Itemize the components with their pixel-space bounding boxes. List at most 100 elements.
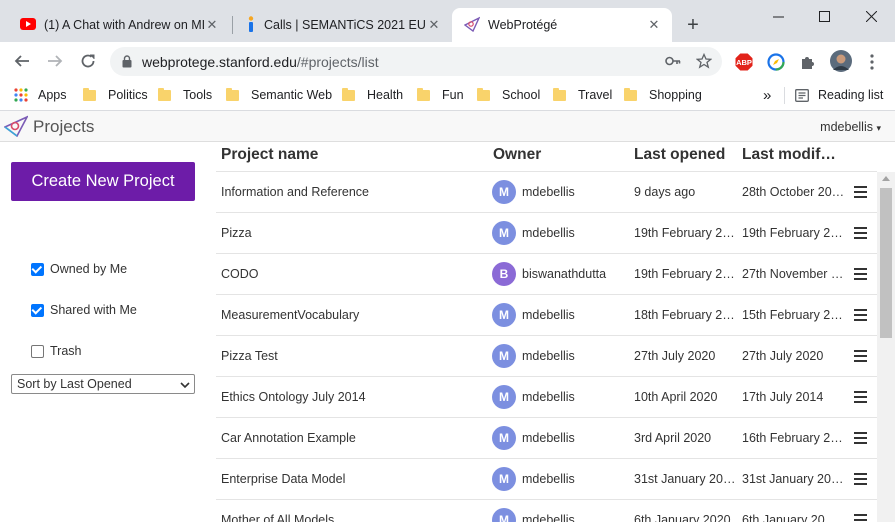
table-row[interactable]: Ethics Ontology July 2014 Mmdebellis 10th … — [216, 376, 877, 417]
bookmark-school[interactable]: School — [477, 85, 540, 105]
browser-toolbar: webprotege.stanford.edu/#projects/list A… — [0, 42, 895, 80]
row-menu-icon[interactable] — [854, 391, 867, 403]
tab-title: Calls | SEMANTiCS 2021 EU — [264, 18, 426, 32]
close-window-icon[interactable] — [848, 0, 894, 32]
bookmark-health[interactable]: Health — [342, 85, 403, 105]
table-row[interactable]: Pizza Mmdebellis 19th February 2… 19th Febr… — [216, 212, 877, 253]
folder-icon — [477, 87, 490, 101]
close-tab-icon[interactable]: ✕ — [646, 17, 662, 33]
compass-extension-icon[interactable] — [766, 52, 786, 72]
new-tab-icon[interactable]: + — [682, 14, 704, 36]
create-new-project-button[interactable]: Create New Project — [11, 162, 195, 201]
close-tab-icon[interactable]: ✕ — [204, 17, 220, 33]
project-name[interactable]: Pizza — [221, 226, 486, 240]
tab-youtube[interactable]: (1) A Chat with Andrew on ML ✕ — [8, 8, 230, 42]
bookmark-label: School — [502, 88, 541, 102]
bookmark-label: Semantic Web — [251, 88, 333, 102]
table-row[interactable]: Pizza Test Mmdebellis 27th July 2020 27th J… — [216, 335, 877, 376]
key-icon[interactable] — [665, 54, 681, 73]
filter-shared-with-me[interactable]: Shared with Me — [31, 303, 137, 317]
reload-icon[interactable] — [76, 49, 100, 73]
row-menu-icon[interactable] — [854, 473, 867, 485]
last-opened: 18th February 2… — [634, 308, 735, 322]
table-row[interactable]: MeasurementVocabulary Mmdebellis 18th Febr… — [216, 294, 877, 335]
minimize-icon[interactable] — [755, 0, 801, 32]
apps-grid-icon — [14, 88, 28, 102]
project-name[interactable]: Car Annotation Example — [221, 431, 486, 445]
bookmark-label: Tools — [183, 88, 213, 102]
shared-checkbox[interactable] — [31, 303, 44, 317]
tab-webprotege[interactable]: WebProtégé ✕ — [452, 8, 672, 42]
project-name[interactable]: Information and Reference — [221, 185, 486, 199]
owned-checkbox[interactable] — [31, 262, 44, 276]
column-last-modified[interactable]: Last modif… — [742, 146, 836, 164]
project-name[interactable]: MeasurementVocabulary — [221, 308, 486, 322]
reading-list-button[interactable]: Reading list — [795, 85, 883, 105]
table-row[interactable]: Mother of All Models Mmdebellis 6th Januar… — [216, 499, 877, 522]
column-project-name[interactable]: Project name — [221, 146, 318, 164]
owner-name: mdebellis — [522, 472, 575, 486]
column-owner[interactable]: Owner — [493, 146, 541, 164]
extensions-puzzle-icon[interactable] — [798, 52, 818, 72]
user-menu[interactable]: mdebellis ▾ — [820, 120, 881, 134]
row-menu-icon[interactable] — [854, 227, 867, 239]
owner-name: mdebellis — [522, 185, 575, 199]
adblock-label: ABP — [736, 57, 752, 67]
table-row[interactable]: CODO Bbiswanathdutta 19th February 2… 27th … — [216, 253, 877, 294]
last-opened: 6th January 2020 — [634, 513, 731, 522]
filter-trash[interactable]: Trash — [31, 344, 82, 358]
filter-label: Owned by Me — [50, 262, 128, 276]
project-name[interactable]: Pizza Test — [221, 349, 486, 363]
bookmark-politics[interactable]: Politics — [83, 85, 148, 105]
row-menu-icon[interactable] — [854, 432, 867, 444]
column-last-opened[interactable]: Last opened — [634, 146, 725, 164]
scroll-up-icon[interactable] — [882, 176, 890, 181]
bookmark-apps[interactable]: Apps — [14, 85, 67, 105]
bookmark-semantic-web[interactable]: Semantic Web — [226, 85, 332, 105]
last-opened: 9 days ago — [634, 185, 696, 199]
reading-list-label: Reading list — [818, 88, 884, 102]
bookmark-travel[interactable]: Travel — [553, 85, 612, 105]
table-row[interactable]: Information and Reference Mmdebellis 9 day… — [216, 171, 877, 212]
scrollbar-thumb[interactable] — [880, 188, 892, 338]
close-tab-icon[interactable]: ✕ — [426, 17, 442, 33]
tab-title: (1) A Chat with Andrew on ML — [44, 18, 204, 32]
browser-tab-strip: (1) A Chat with Andrew on ML ✕ Calls | S… — [0, 0, 895, 42]
browser-menu-icon[interactable] — [862, 52, 882, 72]
lock-icon[interactable] — [122, 55, 132, 73]
star-icon[interactable] — [695, 52, 713, 74]
maximize-icon[interactable] — [801, 0, 847, 32]
row-menu-icon[interactable] — [854, 309, 867, 321]
profile-avatar-icon[interactable] — [830, 50, 852, 72]
bookmark-shopping[interactable]: Shopping — [624, 85, 702, 105]
project-name[interactable]: Mother of All Models — [221, 513, 486, 522]
owner-name: mdebellis — [522, 349, 575, 363]
owner-name: biswanathdutta — [522, 267, 607, 281]
row-menu-icon[interactable] — [854, 514, 867, 522]
row-menu-icon[interactable] — [854, 350, 867, 362]
address-bar[interactable]: webprotege.stanford.edu/#projects/list — [110, 47, 722, 76]
adblock-plus-icon[interactable]: ABP — [734, 52, 754, 72]
row-menu-icon[interactable] — [854, 268, 867, 280]
table-scrollbar[interactable] — [877, 172, 895, 522]
back-icon[interactable] — [10, 49, 34, 73]
project-name[interactable]: Enterprise Data Model — [221, 472, 486, 486]
table-row[interactable]: Car Annotation Example Mmdebellis 3rd Apri… — [216, 417, 877, 458]
tab-semantics[interactable]: Calls | SEMANTiCS 2021 EU ✕ — [234, 8, 452, 42]
last-opened: 27th July 2020 — [634, 349, 716, 363]
trash-checkbox[interactable] — [31, 344, 44, 358]
owner-avatar: M — [492, 303, 516, 327]
owner-name: mdebellis — [522, 513, 575, 522]
folder-icon — [553, 87, 566, 101]
bookmark-tools[interactable]: Tools — [158, 85, 212, 105]
forward-icon[interactable] — [43, 49, 67, 73]
bookmarks-overflow-icon[interactable]: » — [763, 85, 771, 105]
sort-select[interactable]: Sort by Last Opened — [11, 374, 195, 394]
table-row[interactable]: Enterprise Data Model Mmdebellis 31st Janu… — [216, 458, 877, 499]
folder-icon — [417, 87, 430, 101]
bookmark-fun[interactable]: Fun — [417, 85, 464, 105]
filter-owned-by-me[interactable]: Owned by Me — [31, 262, 127, 276]
row-menu-icon[interactable] — [854, 186, 867, 198]
project-name[interactable]: Ethics Ontology July 2014 — [221, 390, 486, 404]
project-name[interactable]: CODO — [221, 267, 486, 281]
